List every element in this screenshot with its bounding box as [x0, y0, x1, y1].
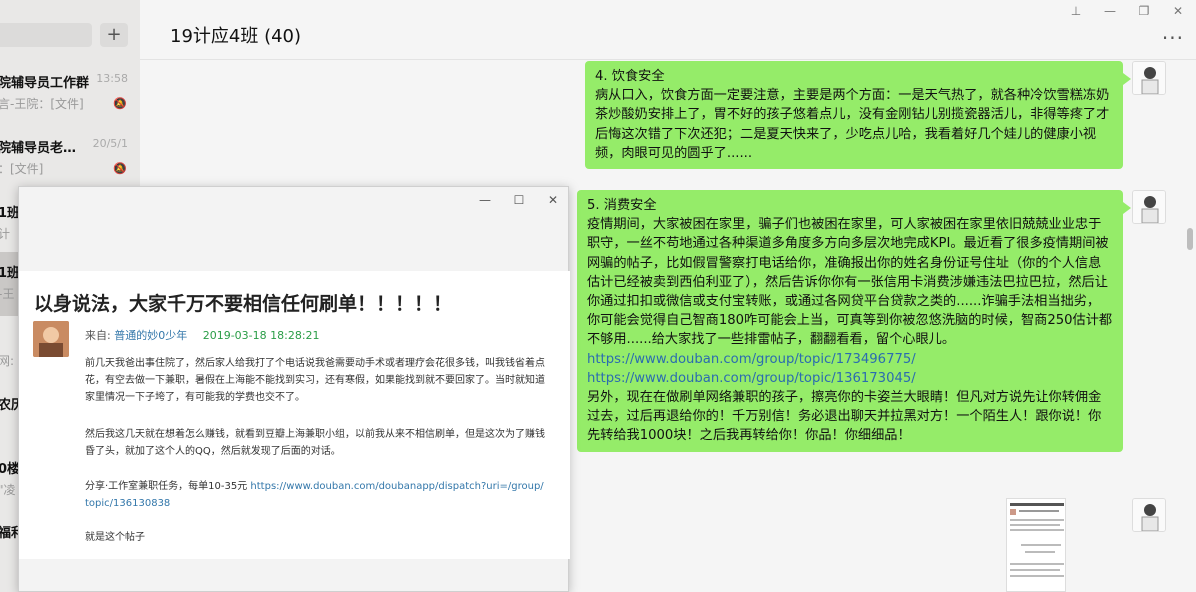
post-paragraph: 就是这个帖子 [85, 532, 145, 543]
author-link[interactable]: 普通的妙0少年 [114, 329, 187, 342]
article-content: 以身说法，大家千万不要相信任何刷单！！！！！ 来自: 普通的妙0少年 2019-… [19, 271, 570, 559]
screenshot-image [1007, 499, 1065, 591]
avatar[interactable] [1132, 498, 1166, 532]
chat-name: 院辅导员工作群 [0, 76, 90, 91]
message-link[interactable]: https://www.douban.com/group/topic/17349… [587, 352, 916, 367]
avatar-person-icon [1133, 499, 1165, 531]
author-avatar[interactable] [33, 321, 69, 357]
avatar-person-icon [1133, 62, 1165, 94]
chat-title: 19计应4班 (40) [170, 26, 302, 47]
message-bubble[interactable]: 4. 饮食安全 病从口入，饮食方面一定要注意，主要是两个方面：一是天气热了，就各… [585, 61, 1131, 170]
chat-name: 院辅导员老… [0, 141, 77, 156]
scrollbar-thumb[interactable] [1187, 228, 1193, 250]
avatar[interactable] [1132, 190, 1166, 224]
message-heading: 5. 消费安全 [587, 198, 657, 213]
chat-preview: -王 [0, 287, 15, 301]
message-heading: 4. 饮食安全 [595, 69, 665, 84]
message-text: 病从口入，饮食方面一定要注意，主要是两个方面：一是天气热了，就各种冷饮雪糕冻奶茶… [595, 88, 1110, 161]
chat-list-item[interactable]: 院辅导员老… 20/5/1 ：[文件] 🔕 [0, 127, 140, 191]
post-paragraph: 然后我这几天就在想着怎么赚钱，就看到豆瓣上海兼职小组，以前我从来不相信刷单，但是… [85, 429, 545, 457]
chat-header: 19计应4班 (40) ⊥ — ❐ ✕ ··· [140, 0, 1196, 60]
post-paragraph: 前几天我爸出事住院了，然后家人给我打了个电话说我爸需要动手术或者理疗会花很多钱，… [85, 358, 545, 403]
minimize-button[interactable]: — [1102, 4, 1118, 18]
add-chat-button[interactable]: + [100, 23, 128, 47]
post-meta: 来自: 普通的妙0少年 2019-03-18 18:28:21 [85, 327, 320, 343]
maximize-button[interactable]: ❐ [1136, 4, 1152, 18]
author-photo [33, 321, 69, 357]
from-label: 来自: [85, 329, 111, 342]
maximize-button[interactable]: ☐ [511, 193, 527, 207]
chat-preview: 言-王院：[文件] [0, 97, 84, 111]
close-button[interactable]: ✕ [1170, 4, 1186, 18]
search-input[interactable] [0, 23, 92, 47]
post-date: 2019-03-18 18:28:21 [202, 329, 320, 342]
post-paragraph: 分享·工作室兼职任务，每单10-35元 https://www.douban.c… [85, 478, 545, 512]
chat-time: 20/5/1 [92, 137, 128, 150]
chat-preview: 计 [0, 227, 11, 241]
chat-list-item[interactable]: 院辅导员工作群 13:58 言-王院：[文件] 🔕 [0, 62, 140, 126]
chat-preview: "凌 [0, 483, 16, 497]
minimize-button[interactable]: — [477, 193, 493, 207]
chat-preview: 网: [0, 354, 15, 368]
close-button[interactable]: ✕ [545, 193, 561, 207]
avatar[interactable] [1132, 61, 1166, 95]
avatar-person-icon [1133, 191, 1165, 223]
message-text: 另外，现在在做刷单网络兼职的孩子，擦亮你的卡姿兰大眼睛！但凡对方说先让你转佣金过… [587, 390, 1102, 444]
post-title: 以身说法，大家千万不要相信任何刷单！！！！！ [34, 293, 453, 315]
image-message-thumbnail[interactable] [1006, 498, 1066, 592]
mute-bell-icon: 🔕 [113, 162, 127, 175]
share-text: 分享·工作室兼职任务，每单10-35元 [85, 481, 251, 492]
chat-time: 13:58 [96, 72, 128, 85]
article-popup-window: — ☐ ✕ 以身说法，大家千万不要相信任何刷单！！！！！ 来自: 普通的妙0少年… [18, 186, 570, 592]
message-bubble[interactable]: 5. 消费安全 疫情期间，大家被困在家里，骗子们也被困在家里，可人家被困在家里依… [577, 190, 1131, 452]
message-text: 疫情期间，大家被困在家里，骗子们也被困在家里，可人家被困在家里依旧兢兢业业忠于职… [587, 217, 1113, 348]
mute-bell-icon: 🔕 [113, 97, 127, 110]
chat-preview: ：[文件] [0, 162, 44, 176]
message-link[interactable]: https://www.douban.com/group/topic/13617… [587, 371, 916, 386]
more-options-button[interactable]: ··· [1162, 26, 1184, 50]
pin-icon[interactable]: ⊥ [1068, 4, 1084, 18]
